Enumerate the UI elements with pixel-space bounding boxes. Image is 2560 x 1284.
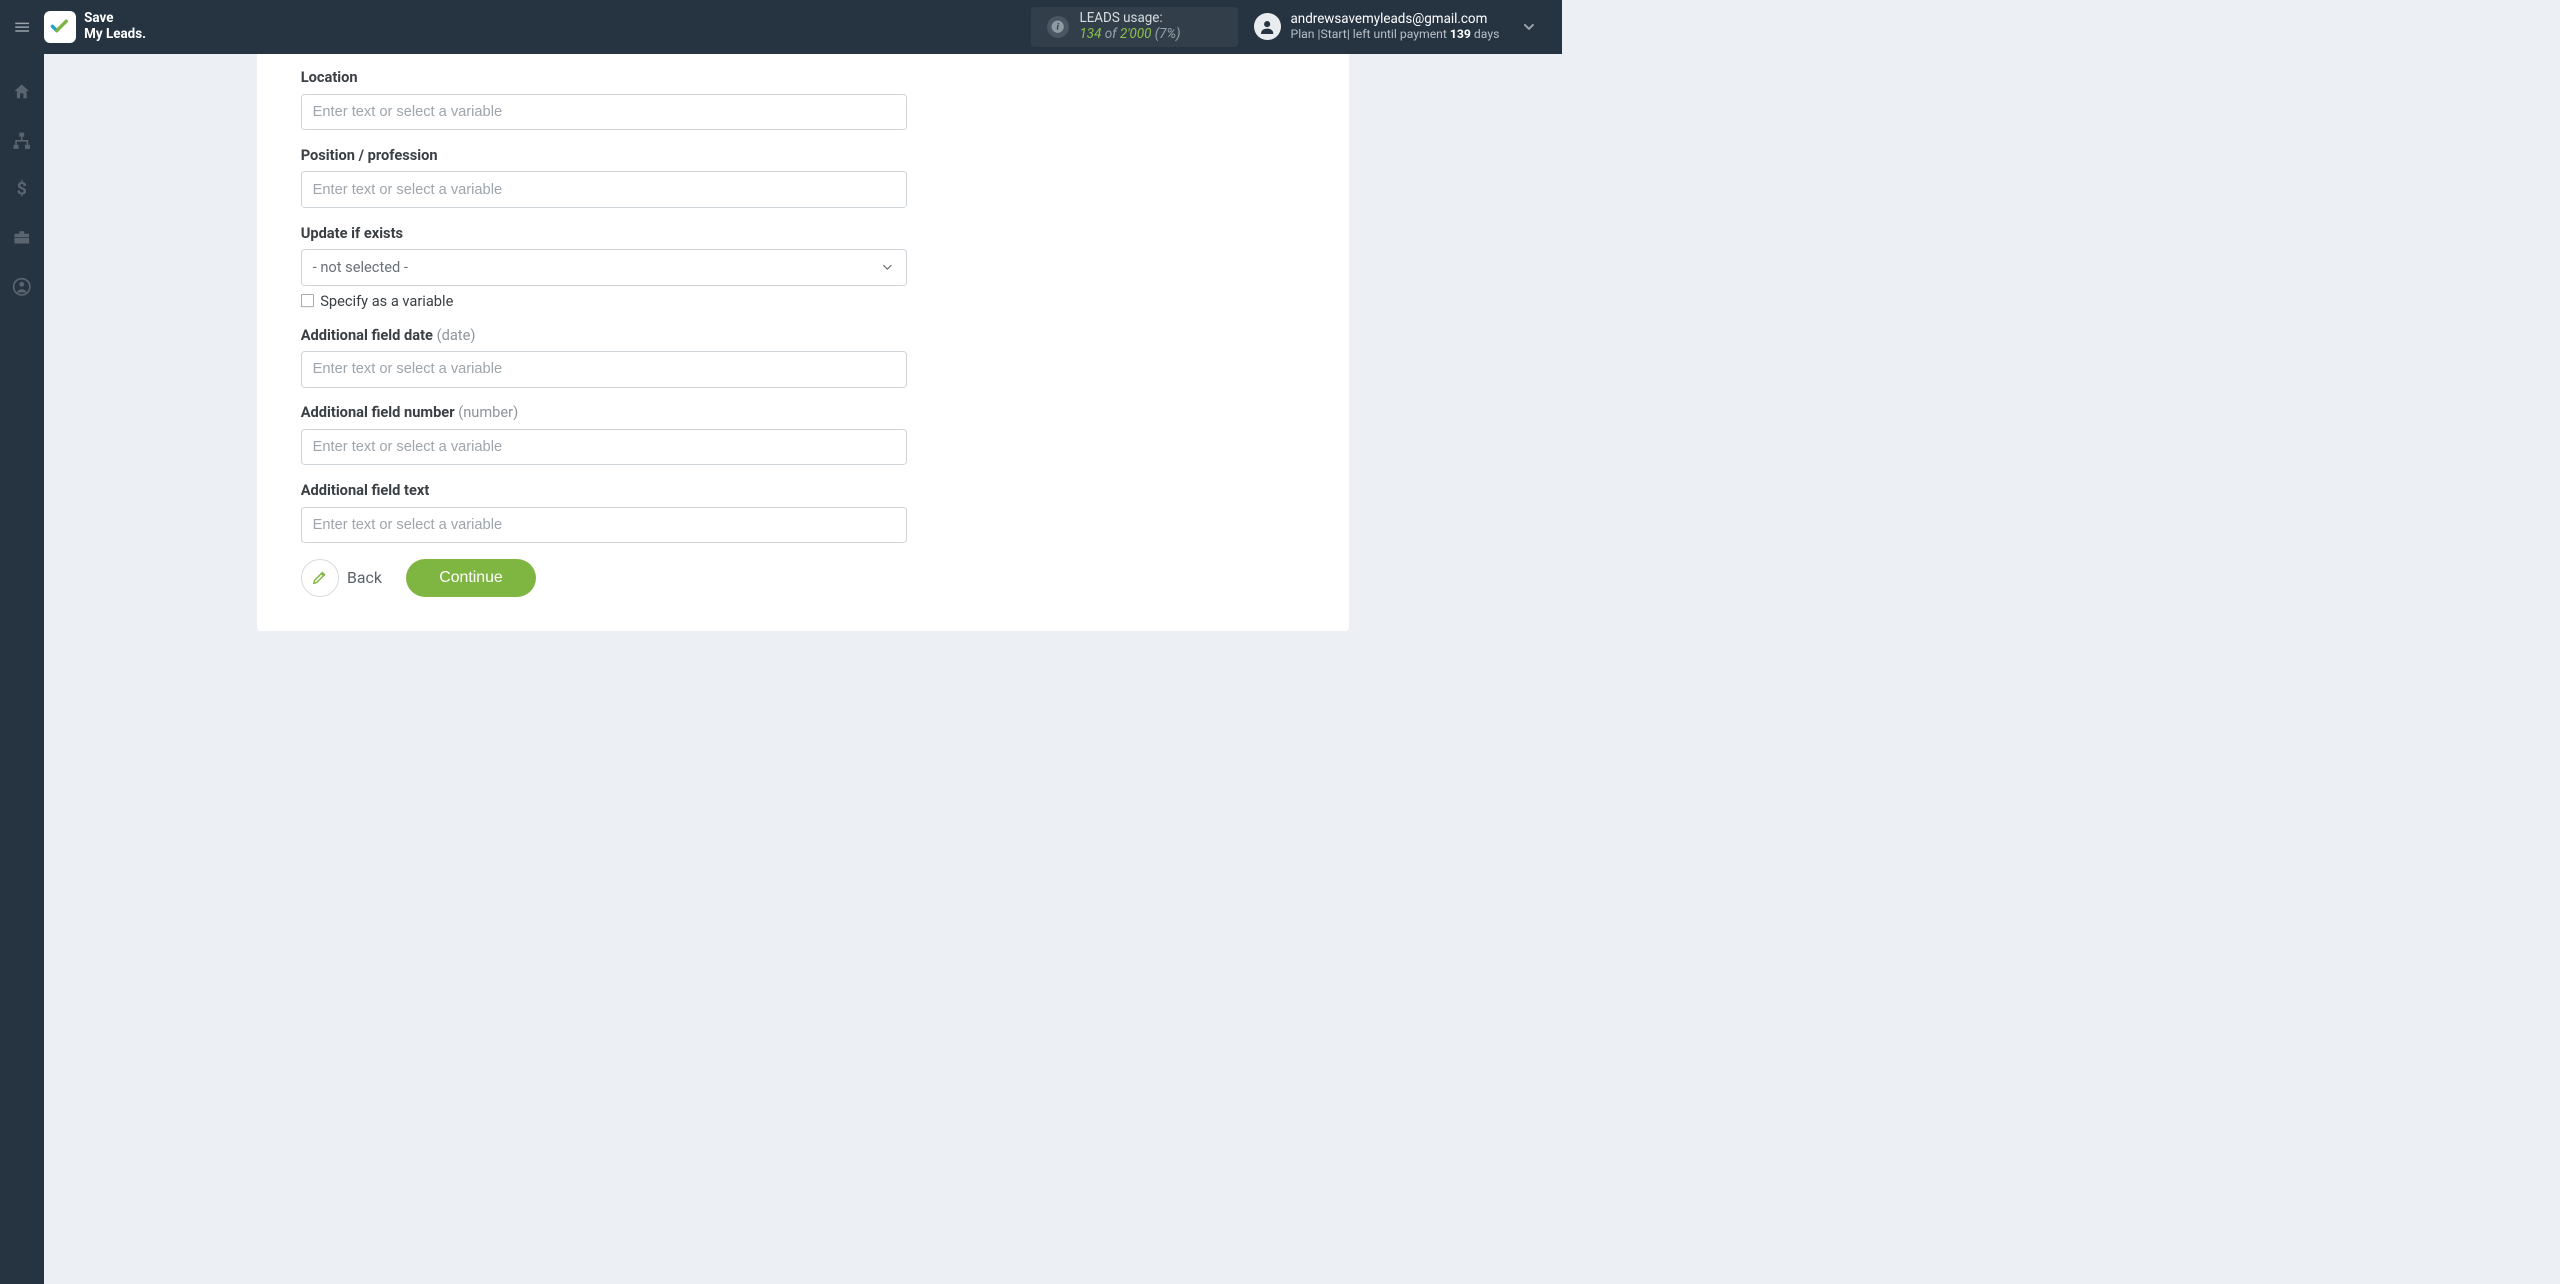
- usage-widget[interactable]: i LEADS usage: 134 of 2'000 (7%): [1031, 7, 1238, 47]
- position-input[interactable]: [301, 171, 907, 208]
- field-location: Location: [301, 68, 907, 130]
- form-actions: Back Continue: [301, 559, 907, 597]
- update-if-exists-select[interactable]: - not selected -: [301, 249, 907, 286]
- field-additional-number: Additional field number (number): [301, 403, 907, 465]
- lead-mapping-form: Location Position / profession Update if…: [301, 68, 907, 597]
- sidebar: $: [0, 54, 44, 1284]
- dollar-icon: $: [12, 179, 32, 199]
- chevron-down-icon: [880, 260, 895, 275]
- account-menu[interactable]: andrewsavemyleads@gmail.com Plan |Start|…: [1254, 12, 1499, 41]
- location-input[interactable]: [301, 94, 907, 131]
- back-label: Back: [347, 568, 382, 587]
- home-icon: [12, 82, 32, 102]
- additional-date-input[interactable]: [301, 351, 907, 388]
- specify-as-variable-checkbox[interactable]: [301, 294, 314, 307]
- topbar: Save My Leads. i LEADS usage: 134 of 2'0…: [0, 0, 1562, 54]
- pencil-icon: [301, 559, 339, 597]
- account-email: andrewsavemyleads@gmail.com: [1291, 12, 1500, 27]
- additional-number-label: Additional field number (number): [301, 403, 907, 421]
- logo-text: Save My Leads.: [84, 11, 146, 42]
- checkmark-icon: [49, 16, 70, 37]
- additional-text-label: Additional field text: [301, 481, 907, 499]
- logo-line1: Save: [84, 11, 146, 26]
- back-button[interactable]: Back: [301, 559, 382, 597]
- sidebar-item-connections[interactable]: [0, 124, 44, 156]
- specify-as-variable-label[interactable]: Specify as a variable: [320, 292, 453, 310]
- sidebar-item-profile[interactable]: [0, 271, 44, 303]
- field-additional-date: Additional field date (date): [301, 326, 907, 388]
- sidebar-item-work[interactable]: [0, 222, 44, 254]
- logo-mark: [44, 11, 76, 43]
- usage-current: 134: [1079, 27, 1101, 42]
- usage-label: LEADS usage:: [1079, 11, 1180, 26]
- update-if-exists-label: Update if exists: [301, 224, 907, 242]
- user-circle-icon: [12, 277, 32, 297]
- field-additional-text: Additional field text: [301, 481, 907, 543]
- hamburger-icon: [13, 18, 31, 36]
- form-card: Location Position / profession Update if…: [257, 54, 1349, 631]
- usage-percent: (7%): [1155, 27, 1181, 42]
- usage-stats: 134 of 2'000 (7%): [1079, 27, 1180, 42]
- content-area: Location Position / profession Update if…: [44, 54, 1562, 1284]
- svg-text:$: $: [17, 179, 27, 199]
- usage-max: 2'000: [1120, 27, 1152, 42]
- specify-as-variable-row: Specify as a variable: [301, 292, 907, 310]
- logo[interactable]: Save My Leads.: [44, 11, 146, 43]
- position-label: Position / profession: [301, 146, 907, 164]
- additional-number-input[interactable]: [301, 429, 907, 466]
- sidebar-item-home[interactable]: [0, 76, 44, 108]
- info-icon: i: [1047, 16, 1069, 38]
- briefcase-icon: [12, 228, 32, 248]
- logo-line2: My Leads.: [84, 27, 146, 42]
- location-label: Location: [301, 68, 907, 86]
- account-text: andrewsavemyleads@gmail.com Plan |Start|…: [1291, 12, 1500, 41]
- continue-button[interactable]: Continue: [406, 559, 535, 597]
- sitemap-icon: [12, 131, 32, 151]
- avatar: [1254, 13, 1281, 40]
- usage-text: LEADS usage: 134 of 2'000 (7%): [1079, 11, 1180, 42]
- menu-toggle[interactable]: [0, 0, 44, 54]
- user-icon: [1258, 18, 1276, 36]
- field-update-if-exists: Update if exists - not selected - Specif…: [301, 224, 907, 310]
- additional-date-label: Additional field date (date): [301, 326, 907, 344]
- sidebar-item-billing[interactable]: $: [0, 173, 44, 205]
- account-plan: Plan |Start| left until payment 139 days: [1291, 27, 1500, 41]
- chevron-down-icon: [1521, 19, 1537, 35]
- additional-text-input[interactable]: [301, 507, 907, 544]
- account-dropdown-toggle[interactable]: [1510, 9, 1547, 46]
- field-position: Position / profession: [301, 146, 907, 208]
- update-if-exists-value: - not selected -: [313, 258, 408, 276]
- usage-of: of: [1105, 27, 1117, 42]
